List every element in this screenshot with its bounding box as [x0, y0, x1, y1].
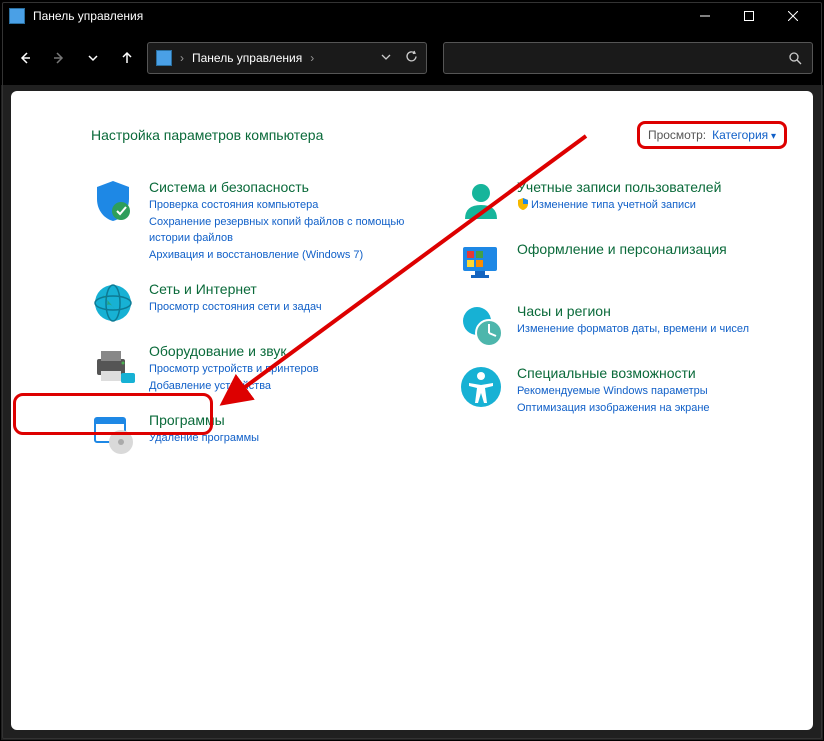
- category-column-left: Система и безопасность Проверка состояни…: [91, 179, 419, 474]
- recent-dropdown[interactable]: [79, 44, 107, 72]
- category-link[interactable]: Рекомендуемые Windows параметры: [517, 383, 787, 400]
- category-hardware: Оборудование и звук Просмотр устройств и…: [91, 343, 419, 394]
- accessibility-icon: [459, 365, 503, 409]
- category-programs: Программы Удаление программы: [91, 412, 419, 456]
- category-title[interactable]: Система и безопасность: [149, 179, 419, 195]
- titlebar: Панель управления: [1, 1, 823, 31]
- programs-icon: [91, 412, 135, 456]
- window-title: Панель управления: [33, 9, 143, 23]
- view-by-label: Просмотр:: [648, 128, 706, 142]
- refresh-button[interactable]: [405, 50, 418, 66]
- navbar: › Панель управления ›: [1, 31, 823, 85]
- forward-button[interactable]: [45, 44, 73, 72]
- category-title[interactable]: Сеть и Интернет: [149, 281, 419, 297]
- category-link[interactable]: Просмотр устройств и принтеров: [149, 361, 419, 378]
- control-panel-icon: [156, 50, 172, 66]
- category-link[interactable]: Сохранение резервных копий файлов с помо…: [149, 214, 419, 247]
- category-link[interactable]: Удаление программы: [149, 430, 419, 447]
- category-title[interactable]: Часы и регион: [517, 303, 787, 319]
- category-clock-region: Часы и регион Изменение форматов даты, в…: [459, 303, 787, 347]
- breadcrumb-separator: ›: [180, 51, 184, 65]
- category-title[interactable]: Оформление и персонализация: [517, 241, 787, 257]
- category-accessibility: Специальные возможности Рекомендуемые Wi…: [459, 365, 787, 416]
- category-column-right: Учетные записи пользователей Изменение т…: [459, 179, 787, 474]
- category-title[interactable]: Учетные записи пользователей: [517, 179, 787, 195]
- category-system-security: Система и безопасность Проверка состояни…: [91, 179, 419, 263]
- close-button[interactable]: [771, 1, 815, 31]
- category-link[interactable]: Просмотр состояния сети и задач: [149, 299, 419, 316]
- search-icon: [788, 51, 802, 65]
- shield-icon: [91, 179, 135, 223]
- clock-icon: [459, 303, 503, 347]
- category-title[interactable]: Специальные возможности: [517, 365, 787, 381]
- category-link[interactable]: Изменение типа учетной записи: [517, 197, 787, 214]
- category-link[interactable]: Изменение форматов даты, времени и чисел: [517, 321, 787, 338]
- maximize-button[interactable]: [727, 1, 771, 31]
- breadcrumb-root[interactable]: Панель управления: [192, 51, 302, 65]
- category-link[interactable]: Проверка состояния компьютера: [149, 197, 419, 214]
- address-dropdown-icon[interactable]: [381, 51, 391, 65]
- printer-icon: [91, 343, 135, 387]
- view-by-selector[interactable]: Просмотр: Категория: [637, 121, 787, 149]
- category-user-accounts: Учетные записи пользователей Изменение т…: [459, 179, 787, 223]
- category-title[interactable]: Оборудование и звук: [149, 343, 419, 359]
- search-bar[interactable]: [443, 42, 813, 74]
- minimize-button[interactable]: [683, 1, 727, 31]
- back-button[interactable]: [11, 44, 39, 72]
- user-icon: [459, 179, 503, 223]
- category-link[interactable]: Оптимизация изображения на экране: [517, 400, 787, 417]
- shield-badge-icon: [517, 198, 529, 210]
- breadcrumb-separator: ›: [310, 51, 314, 65]
- category-link[interactable]: Добавление устройства: [149, 378, 419, 395]
- category-network: Сеть и Интернет Просмотр состояния сети …: [91, 281, 419, 325]
- page-title: Настройка параметров компьютера: [91, 127, 323, 143]
- view-by-value[interactable]: Категория: [712, 128, 776, 142]
- content-area: Настройка параметров компьютера Просмотр…: [11, 91, 813, 730]
- category-link[interactable]: Архивация и восстановление (Windows 7): [149, 247, 419, 264]
- control-panel-icon: [9, 8, 25, 24]
- up-button[interactable]: [113, 44, 141, 72]
- globe-icon: [91, 281, 135, 325]
- monitor-icon: [459, 241, 503, 285]
- category-title[interactable]: Программы: [149, 412, 419, 428]
- category-appearance: Оформление и персонализация: [459, 241, 787, 285]
- address-bar[interactable]: › Панель управления ›: [147, 42, 427, 74]
